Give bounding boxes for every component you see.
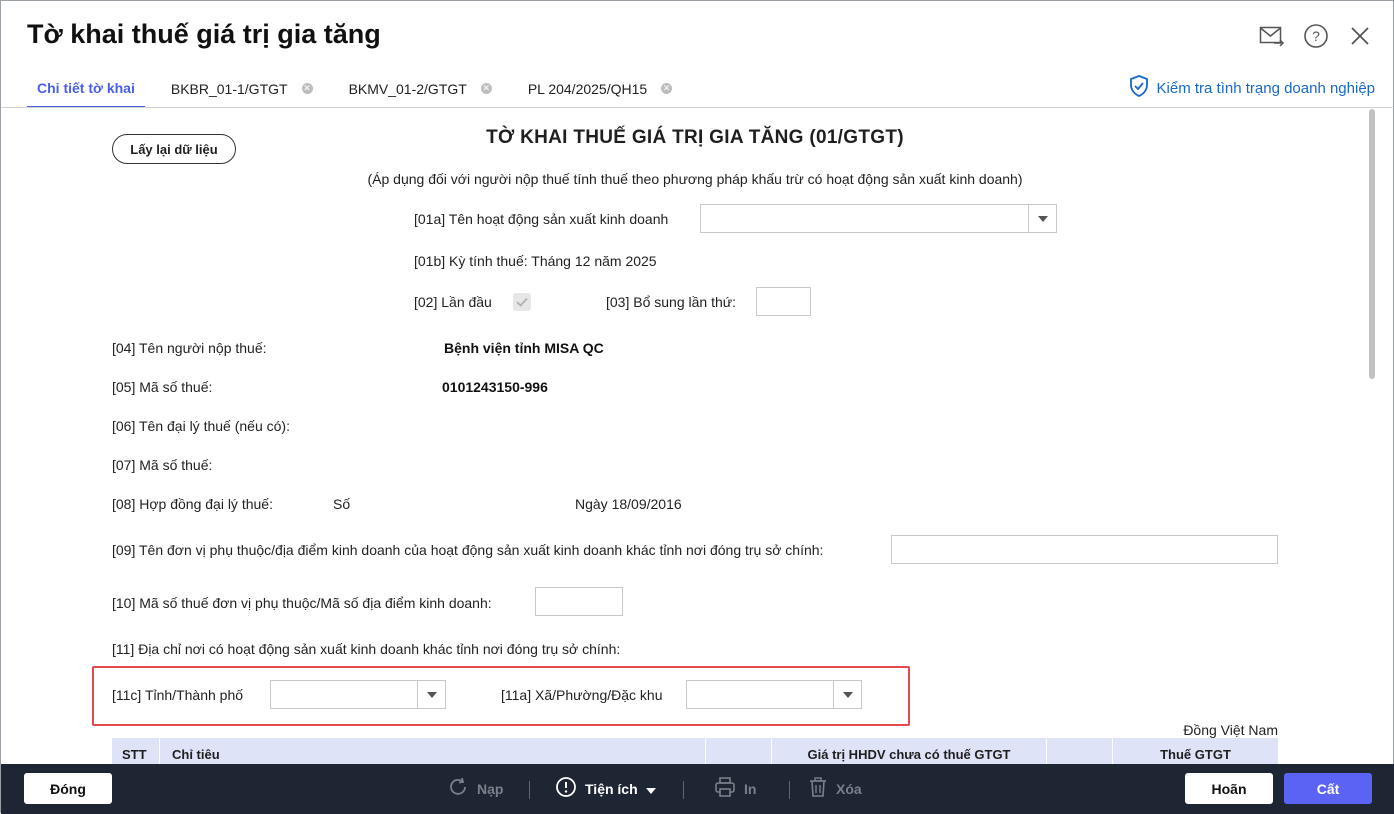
toolbar-divider [529,781,530,799]
utility-label: Tiện ích [585,780,638,797]
close-icon[interactable] [1347,23,1373,49]
trash-icon [808,776,828,801]
field-03-input[interactable] [756,287,811,316]
close-button[interactable]: Đóng [24,773,112,804]
load-label: Nạp [477,780,504,797]
header-icons: ? [1259,23,1373,49]
chevron-down-icon[interactable] [833,681,861,708]
tab-label: BKMV_01-2/GTGT [348,80,467,97]
tab-label: Chi tiết tờ khai [37,79,135,96]
tab-pl-204[interactable]: PL 204/2025/QH15 ✕ [518,69,682,108]
tab-close-icon[interactable]: ✕ [480,83,492,94]
table-header-cell [706,738,772,764]
check-link-label: Kiểm tra tình trạng doanh nghiệp [1156,79,1375,97]
field-11a-select[interactable] [686,680,862,709]
reload-data-button[interactable]: Lấy lại dữ liệu [112,134,236,164]
field-11a-label: [11a] Xã/Phường/Đặc khu [501,687,663,703]
currency-note: Đồng Việt Nam [1183,722,1278,738]
table-header-cell: STT [112,738,160,764]
tab-close-icon[interactable]: ✕ [661,83,673,94]
footer-toolbar: Đóng Nạp Tiện ích In Xóa Hoãn Cất [1,764,1394,814]
refresh-icon [447,776,469,801]
field-10-input[interactable] [535,587,623,616]
toolbar-divider [789,781,790,799]
field-10-label: [10] Mã số thuế đơn vị phụ thuộc/Mã số đ… [112,595,492,611]
table-header-cell: Giá trị HHDV chưa có thuế GTGT [772,738,1047,764]
printer-icon [714,776,736,801]
chevron-down-icon[interactable] [1028,205,1056,232]
field-07-label: [07] Mã số thuế: [112,457,213,473]
tab-bkmv-01-2[interactable]: BKMV_01-2/GTGT ✕ [339,69,502,108]
field-06-label: [06] Tên đại lý thuế (nếu có): [112,418,290,434]
load-button[interactable]: Nạp [447,776,503,801]
field-11-label: [11] Địa chỉ nơi có hoạt động sản xuất k… [112,641,621,657]
save-button[interactable]: Cất [1284,773,1372,804]
tab-close-icon[interactable]: ✕ [301,83,313,94]
field-04-value: Bệnh viện tỉnh MISA QC [444,340,604,356]
svg-text:?: ? [1312,28,1320,44]
field-01b-label: [01b] Kỳ tính thuế: Tháng 12 năm 2025 [414,253,657,269]
delete-label: Xóa [836,780,862,797]
check-business-status-link[interactable]: Kiểm tra tình trạng doanh nghiệp [1129,75,1375,101]
tab-chi-tiet-to-khai[interactable]: Chi tiết tờ khai [27,69,145,108]
delete-button[interactable]: Xóa [808,776,862,801]
field-02-label: [02] Lần đầu [414,294,492,310]
field-03-label: [03] Bổ sung lần thứ: [606,294,737,310]
table-header-cell: Chỉ tiêu [160,738,706,764]
field-09-label: [09] Tên đơn vị phụ thuộc/địa điểm kinh … [112,542,824,558]
tab-label: PL 204/2025/QH15 [527,80,648,97]
field-08-ngay: Ngày 18/09/2016 [575,496,682,512]
field-09-input[interactable] [891,535,1278,564]
tab-bkbr-01-1[interactable]: BKBR_01-1/GTGT ✕ [161,69,323,108]
toolbar-divider [683,781,684,799]
form-subtitle: (Áp dụng đối với người nộp thuế tính thu… [367,171,1023,187]
tab-label: BKBR_01-1/GTGT [170,80,288,97]
field-11c-select[interactable] [270,680,446,709]
check-icon [516,297,528,307]
tax-declaration-window: Tờ khai thuế giá trị gia tăng ? Chi tiết… [0,0,1394,814]
table-header-cell [1047,738,1113,764]
field-01a-label: [01a] Tên hoạt động sản xuất kinh doanh [414,211,669,227]
form-content: TỜ KHAI THUẾ GIÁ TRỊ GIA TĂNG (01/GTGT) … [1,109,1371,764]
chevron-down-icon[interactable] [417,681,445,708]
tab-divider [1,107,1394,108]
field-01a-select[interactable] [700,204,1057,233]
table-header-cell: Thuế GTGT [1160,747,1231,762]
field-05-value: 0101243150-996 [442,379,548,395]
utility-menu-button[interactable]: Tiện ích [555,776,656,801]
window-title: Tờ khai thuế giá trị gia tăng [27,19,381,49]
print-label: In [744,780,757,797]
caret-down-icon [645,781,656,797]
field-08-label: [08] Hợp đồng đại lý thuế: [112,496,273,512]
field-04-label: [04] Tên người nộp thuế: [112,340,267,356]
field-02-checkbox[interactable] [513,293,531,311]
table-header: STT Chỉ tiêu Giá trị HHDV chưa có thuế G… [112,738,1278,764]
undo-button[interactable]: Hoãn [1185,773,1273,804]
info-icon [555,776,577,801]
print-button[interactable]: In [714,776,756,801]
field-05-label: [05] Mã số thuế: [112,379,213,395]
mail-send-icon[interactable] [1259,23,1285,49]
help-icon[interactable]: ? [1303,23,1329,49]
tab-bar: Chi tiết tờ khai BKBR_01-1/GTGT ✕ BKMV_01… [27,69,698,108]
shield-check-icon [1129,75,1149,101]
field-11c-label: [11c] Tỉnh/Thành phố [112,687,244,703]
field-08-so: Số [333,496,351,512]
